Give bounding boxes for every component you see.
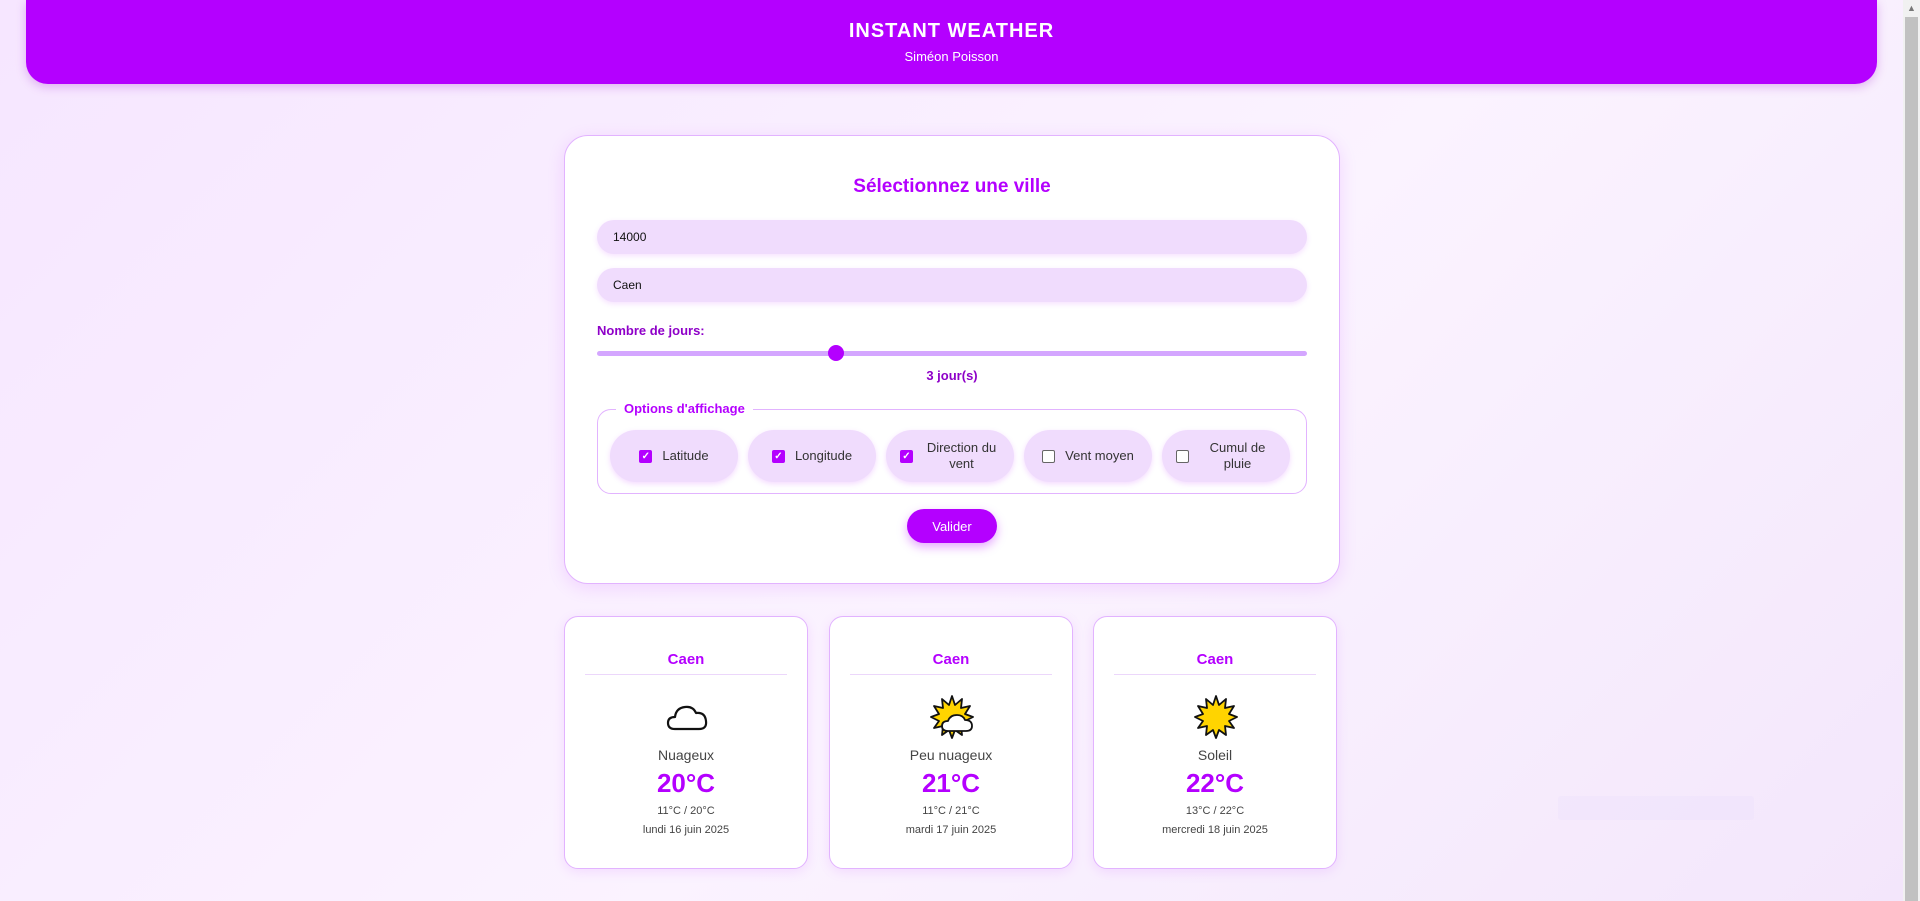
panel-heading: Sélectionnez une ville (853, 176, 1051, 197)
card-date: lundi 16 juin 2025 (642, 824, 730, 836)
card-condition: Nuageux (657, 747, 715, 763)
submit-button[interactable]: Valider (907, 509, 997, 543)
option-label: Cumul de pluie (1209, 440, 1266, 471)
days-slider-track[interactable] (597, 351, 1307, 356)
forecast-card: Caen Nuageux 20°C 11°C / 20°C lundi 16 j… (564, 616, 808, 869)
cloud-icon (666, 705, 708, 731)
card-condition: Soleil (1197, 747, 1233, 763)
card-minmax: 11°C / 21°C (922, 805, 980, 817)
city-selection-panel: Sélectionnez une ville Nombre de jours: … (564, 135, 1340, 584)
card-date: mercredi 18 juin 2025 (1162, 824, 1268, 836)
card-city: Caen (667, 651, 705, 668)
card-city: Caen (1196, 651, 1234, 668)
option-latitude[interactable]: ✓ Latitude (610, 430, 738, 482)
postal-code-input[interactable] (597, 220, 1307, 254)
option-rain-total[interactable]: Cumul de pluie (1162, 430, 1290, 482)
options-legend: Options d'affichage (616, 401, 753, 416)
option-label: Vent moyen (1065, 448, 1134, 463)
page-scrollbar[interactable]: ▲ (1903, 0, 1920, 901)
display-options-fieldset: Options d'affichage ✓ Latitude ✓ Longitu… (597, 401, 1307, 494)
days-label: Nombre de jours: (597, 323, 705, 338)
option-average-wind[interactable]: Vent moyen (1024, 430, 1152, 482)
faded-toast (1558, 796, 1754, 820)
option-label: Latitude (662, 448, 709, 463)
forecast-card: Caen Peu nuageux 21°C 11°C / 21°C mardi … (829, 616, 1073, 869)
card-temperature: 20°C (656, 768, 716, 798)
sun-behind-cloud-icon (930, 695, 974, 739)
sun-icon (1194, 695, 1238, 739)
option-label: Longitude (794, 448, 853, 463)
app-title: INSTANT WEATHER (848, 20, 1055, 42)
city-select[interactable] (597, 268, 1307, 302)
checkbox-unchecked-icon[interactable] (1042, 449, 1056, 463)
option-longitude[interactable]: ✓ Longitude (748, 430, 876, 482)
checkbox-unchecked-icon[interactable] (1176, 449, 1189, 463)
card-temperature: 22°C (1185, 768, 1245, 798)
scrollbar-thumb[interactable] (1905, 17, 1918, 901)
checkbox-checked-icon[interactable]: ✓ (639, 449, 653, 463)
card-minmax: 13°C / 22°C (1185, 805, 1245, 817)
card-divider (850, 674, 1052, 675)
card-divider (1114, 674, 1316, 675)
days-slider-thumb[interactable] (828, 345, 844, 361)
card-divider (585, 674, 787, 675)
app-header: INSTANT WEATHER Siméon Poisson (26, 0, 1877, 84)
days-value: 3 jour(s) (926, 368, 978, 383)
option-wind-direction[interactable]: ✓ Direction du vent (886, 430, 1014, 482)
card-minmax: 11°C / 20°C (657, 805, 715, 817)
forecast-card: Caen Soleil 22°C 13°C / 22°C mercredi 18… (1093, 616, 1337, 869)
card-date: mardi 17 juin 2025 (905, 824, 997, 836)
card-temperature: 21°C (921, 768, 981, 798)
scroll-up-arrow-icon[interactable]: ▲ (1903, 0, 1920, 17)
checkbox-checked-icon[interactable]: ✓ (771, 449, 785, 463)
card-condition: Peu nuageux (909, 747, 993, 763)
checkbox-checked-icon[interactable]: ✓ (900, 449, 913, 463)
app-subtitle: Siméon Poisson (904, 49, 999, 64)
card-city: Caen (932, 651, 970, 668)
option-label: Direction du vent (926, 440, 997, 471)
